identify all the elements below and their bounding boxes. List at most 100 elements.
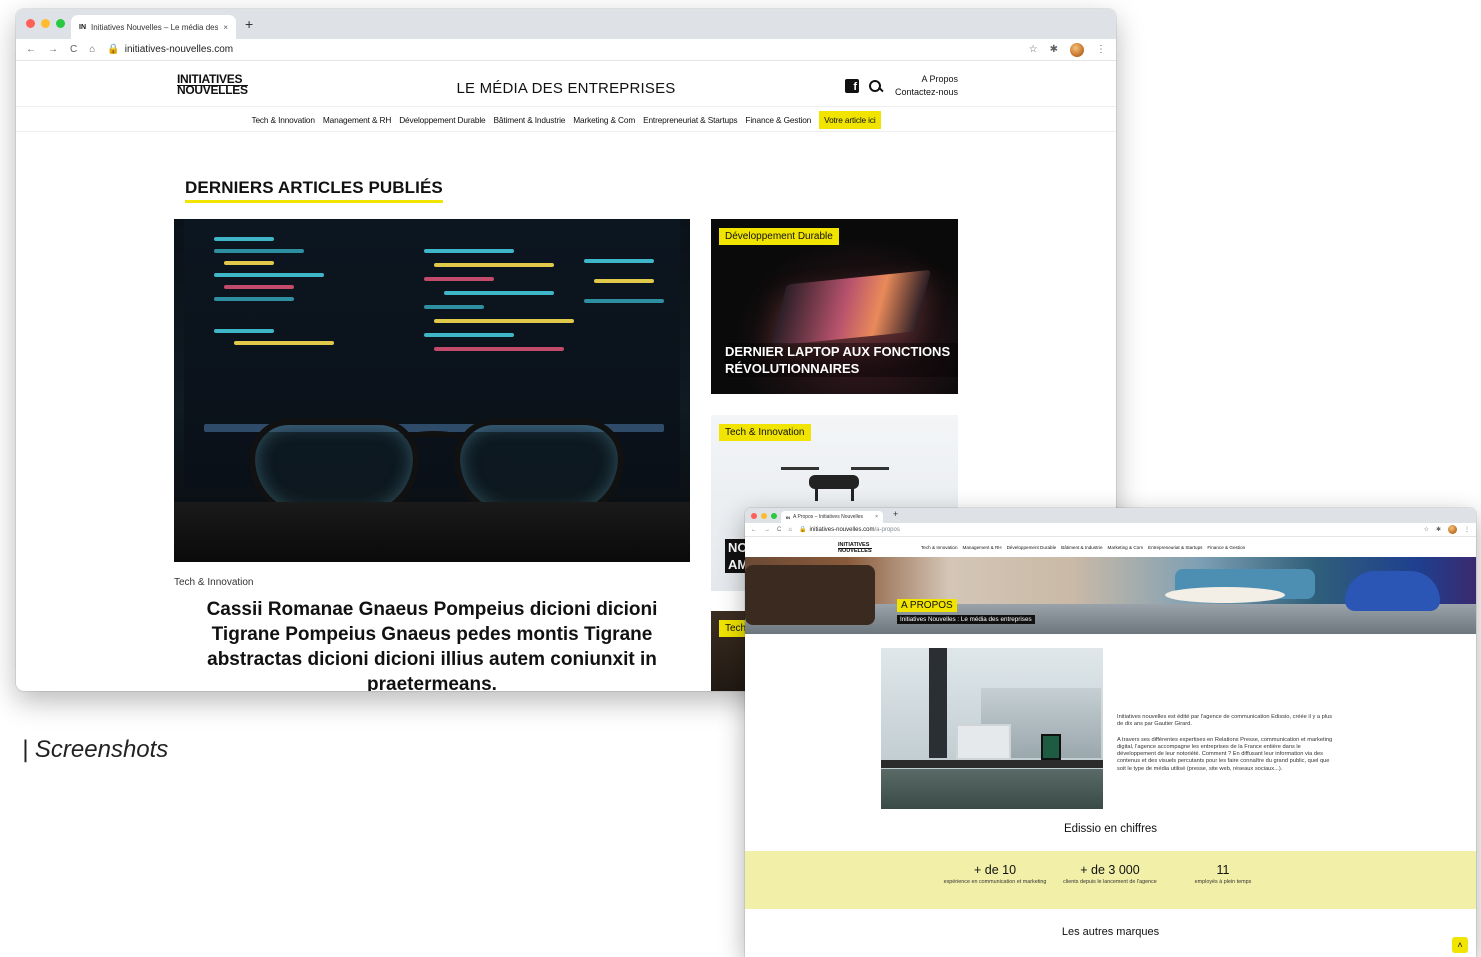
code-line [434,263,554,267]
back-arrow-icon[interactable]: ← [751,527,757,533]
nav-item-finance[interactable]: Finance & Gestion [745,115,811,125]
code-line [424,277,494,281]
forward-arrow-icon[interactable]: → [48,44,58,55]
close-window-button[interactable] [26,19,35,28]
url-field[interactable]: 🔒 initiatives-nouvelles.com [107,44,1016,55]
new-tab-button[interactable]: + [893,509,898,519]
home-icon[interactable]: ⌂ [788,527,792,533]
search-icon[interactable] [869,79,882,93]
nav-item-marketing[interactable]: Marketing & Com [1108,545,1144,550]
nav-item-entrepreneuriat[interactable]: Entrepreneuriat & Startups [1148,545,1202,550]
about-badge: A PROPOS [897,599,957,612]
profile-avatar[interactable] [1448,525,1457,534]
desk-surface [881,769,1103,809]
code-line [424,305,484,309]
tab-home[interactable]: IN Initiatives Nouvelles – Le média des … [71,15,236,39]
screenshots-caption: | Screenshots [22,736,169,763]
hero-chair [1345,571,1440,611]
back-arrow-icon[interactable]: ← [26,44,36,55]
nav-item-finance[interactable]: Finance & Gestion [1207,545,1245,550]
extensions-icon[interactable]: ✱ [1436,526,1441,533]
bookmark-star-icon[interactable]: ☆ [1424,526,1429,533]
stat-value: 11 [1216,863,1230,877]
office-photo [881,648,1103,809]
maximize-window-button[interactable] [771,513,777,519]
scroll-to-top-button[interactable]: ˄ [1452,937,1468,953]
close-window-button[interactable] [751,513,757,519]
header-icons: f [845,79,882,93]
nav-item-management[interactable]: Management & RH [963,545,1002,550]
tab-about[interactable]: IN A Propos – Initiatives Nouvelles × [781,511,883,523]
site-logo[interactable]: INITIATIVES NOUVELLES [838,542,872,554]
page-viewport: INITIATIVES NOUVELLES Tech & Innovation … [745,537,1476,957]
hero-article-image[interactable] [174,219,690,562]
code-line [444,291,554,295]
code-line [424,249,514,253]
category-badge[interactable]: Développement Durable [719,228,839,245]
tab-strip: IN A Propos – Initiatives Nouvelles × + [745,508,1476,523]
desk-edge [881,760,1103,768]
category-nav: Tech & Innovation Management & RH Dévelo… [16,108,1116,132]
nav-item-entrepreneuriat[interactable]: Entrepreneuriat & Startups [643,115,737,125]
reload-icon[interactable]: C [70,44,77,55]
hero-article-title[interactable]: Cassii Romanae Gnaeus Pompeius dicioni d… [174,597,690,691]
maximize-window-button[interactable] [56,19,65,28]
article-card[interactable]: Développement Durable DERNIER LAPTOP AUX… [711,219,958,394]
article-card-title: DERNIER LAPTOP AUX FONCTIONS RÉVOLUTIONN… [725,343,958,377]
minimize-window-button[interactable] [761,513,767,519]
nav-item-management[interactable]: Management & RH [323,115,391,125]
facebook-icon[interactable]: f [845,79,859,93]
about-link[interactable]: A Propos [882,73,958,86]
code-line [424,333,514,337]
header-links: A Propos Contactez-nous [882,73,958,99]
logo-line1: INITIATIVES [838,542,870,548]
drone-leg [815,487,818,501]
stat-item: + de 3 000 clients depuis le lancement d… [1058,863,1162,886]
close-tab-icon[interactable]: × [875,514,878,520]
lock-icon: 🔒 [107,44,120,55]
window-frame [929,648,947,758]
nav-item-tech[interactable]: Tech & Innovation [251,115,315,125]
category-badge[interactable]: Tech & Innovation [719,424,811,441]
nav-item-developpement[interactable]: Développement Durable [399,115,485,125]
minimize-window-button[interactable] [41,19,50,28]
stat-item: + de 10 expérience en communication et m… [943,863,1047,886]
extensions-icon[interactable]: ✱ [1050,44,1058,55]
lock-icon: 🔒 [798,527,807,533]
reload-icon[interactable]: C [777,527,781,533]
forward-arrow-icon[interactable]: → [764,527,770,533]
nav-item-developpement[interactable]: Développement Durable [1007,545,1057,550]
url-path: /a-propos [874,526,900,533]
address-bar: ← → C ⌂ 🔒 initiatives-nouvelles.com ☆ ✱ … [16,39,1116,61]
site-header: INITIATIVES NOUVELLES LE MÉDIA DES ENTRE… [16,61,1116,107]
profile-avatar[interactable] [1070,42,1084,57]
category-nav: Tech & Innovation Management & RH Dévelo… [921,545,1245,550]
stat-value: + de 3 000 [1080,863,1140,877]
about-intro-text: Initiatives nouvelles est édité par l'ag… [1117,714,1339,773]
code-line [214,297,294,301]
stat-item: 11 employés à plein temps [1178,863,1268,886]
nav-item-batiment[interactable]: Bâtiment & Industrie [494,115,566,125]
desk-surface [174,502,690,562]
contact-link[interactable]: Contactez-nous [882,86,958,99]
drone-leg [851,487,854,501]
home-icon[interactable]: ⌂ [89,44,95,55]
stat-value: + de 10 [973,863,1017,877]
browser-menu-icon[interactable]: ⋮ [1096,44,1106,55]
code-line [434,347,564,351]
new-tab-button[interactable]: + [245,16,253,32]
nav-item-batiment[interactable]: Bâtiment & Industrie [1061,545,1102,550]
submit-article-button[interactable]: Votre article ici [819,110,881,129]
bookmark-star-icon[interactable]: ☆ [1029,44,1038,55]
nav-item-marketing[interactable]: Marketing & Com [573,115,635,125]
nav-item-tech[interactable]: Tech & Innovation [921,545,958,550]
section-title: DERNIERS ARTICLES PUBLIÉS [185,178,443,203]
url-field[interactable]: 🔒 initiatives-nouvelles.com/a-propos [798,526,1417,534]
browser-menu-icon[interactable]: ⋮ [1464,526,1470,533]
browser-window-about: IN A Propos – Initiatives Nouvelles × + … [745,508,1476,957]
logo-line2: NOUVELLES [838,547,872,554]
laptop-image [770,269,932,347]
hero-article-category[interactable]: Tech & Innovation [174,577,254,588]
tab-title: Initiatives Nouvelles – Le média des [91,22,219,32]
close-tab-icon[interactable]: × [223,23,228,32]
